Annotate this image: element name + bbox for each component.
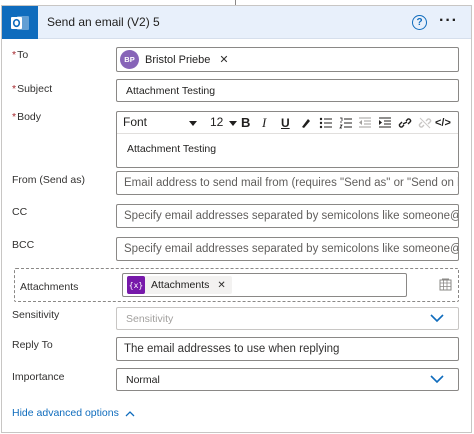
card-header[interactable]: Send an email (V2) 5 ? ··· xyxy=(2,6,471,39)
from-field[interactable]: Email address to send mail from (require… xyxy=(116,171,459,195)
unlink-icon[interactable] xyxy=(418,114,432,131)
to-field[interactable]: BP Bristol Priebe ✕ xyxy=(116,47,459,72)
bcc-label: BCC xyxy=(12,239,35,251)
attachments-field[interactable]: {x} Attachments ✕ xyxy=(122,273,407,297)
body-label: *Body xyxy=(12,111,42,123)
cc-label: CC xyxy=(12,206,28,218)
recipient-name: Bristol Priebe xyxy=(145,53,211,66)
chevron-down-icon xyxy=(430,374,444,387)
decrease-indent-icon[interactable] xyxy=(358,114,372,131)
link-icon[interactable] xyxy=(398,114,412,131)
outlook-icon xyxy=(2,6,38,39)
attachments-label: Attachments xyxy=(20,281,79,293)
dynamic-content-token[interactable]: {x} Attachments ✕ xyxy=(127,276,232,294)
body-content: Attachment Testing xyxy=(127,143,217,155)
hide-advanced-options-link[interactable]: Hide advanced options xyxy=(12,407,135,419)
token-label: Attachments xyxy=(151,279,210,291)
to-label: *To xyxy=(12,49,29,61)
subject-field[interactable]: Attachment Testing xyxy=(116,79,459,102)
subject-label: *Subject xyxy=(12,83,53,95)
underline-button[interactable]: U xyxy=(281,114,290,131)
reply-to-label: Reply To xyxy=(12,339,53,351)
body-editor[interactable]: Font 12 B I U </> Attachment Testing xyxy=(116,111,459,168)
avatar: BP xyxy=(120,50,139,69)
cc-placeholder: Specify email addresses separated by sem… xyxy=(124,210,459,222)
recipient-persona: BP Bristol Priebe ✕ xyxy=(120,48,235,71)
expression-icon: {x} xyxy=(127,276,145,294)
from-placeholder: Email address to send mail from (require… xyxy=(124,177,459,189)
table-icon[interactable] xyxy=(439,278,452,294)
font-size-select[interactable]: 12 xyxy=(210,115,223,129)
help-icon[interactable]: ? xyxy=(412,15,427,30)
font-caret-icon[interactable] xyxy=(189,121,197,126)
italic-button[interactable]: I xyxy=(262,114,266,131)
remove-icon[interactable]: ✕ xyxy=(219,53,228,66)
bullet-list-icon[interactable] xyxy=(319,114,333,131)
sensitivity-dropdown[interactable]: Sensitivity xyxy=(116,307,459,330)
sensitivity-label: Sensitivity xyxy=(12,309,60,321)
more-options-icon[interactable]: ··· xyxy=(439,12,458,30)
bcc-placeholder: Specify email addresses separated by sem… xyxy=(124,243,459,255)
editor-toolbar: Font 12 B I U </> xyxy=(117,112,458,134)
importance-dropdown[interactable]: Normal xyxy=(116,368,459,391)
reply-to-placeholder: The email addresses to use when replying xyxy=(124,343,340,355)
bold-button[interactable]: B xyxy=(241,114,250,131)
sensitivity-placeholder: Sensitivity xyxy=(126,313,174,325)
remove-token-icon[interactable]: ✕ xyxy=(217,280,225,291)
bcc-field[interactable]: Specify email addresses separated by sem… xyxy=(116,237,459,261)
from-label: From (Send as) xyxy=(12,174,85,186)
importance-value: Normal xyxy=(126,374,160,386)
numbered-list-icon[interactable] xyxy=(339,114,353,131)
chevron-up-icon xyxy=(125,410,135,417)
chevron-down-icon xyxy=(430,313,444,326)
cc-field[interactable]: Specify email addresses separated by sem… xyxy=(116,204,459,228)
increase-indent-icon[interactable] xyxy=(378,114,392,131)
code-view-icon[interactable]: </> xyxy=(435,114,451,131)
font-size-caret-icon[interactable] xyxy=(229,121,237,126)
hide-advanced-label: Hide advanced options xyxy=(12,407,119,419)
action-card: Send an email (V2) 5 ? ··· *To BP Bristo… xyxy=(1,5,472,433)
highlight-pen-icon[interactable] xyxy=(300,114,312,131)
importance-label: Importance xyxy=(12,371,65,383)
reply-to-field[interactable]: The email addresses to use when replying xyxy=(116,337,459,361)
subject-value: Attachment Testing xyxy=(126,84,216,97)
card-title: Send an email (V2) 5 xyxy=(47,15,160,29)
attachments-section: Attachments {x} Attachments ✕ xyxy=(14,268,459,302)
